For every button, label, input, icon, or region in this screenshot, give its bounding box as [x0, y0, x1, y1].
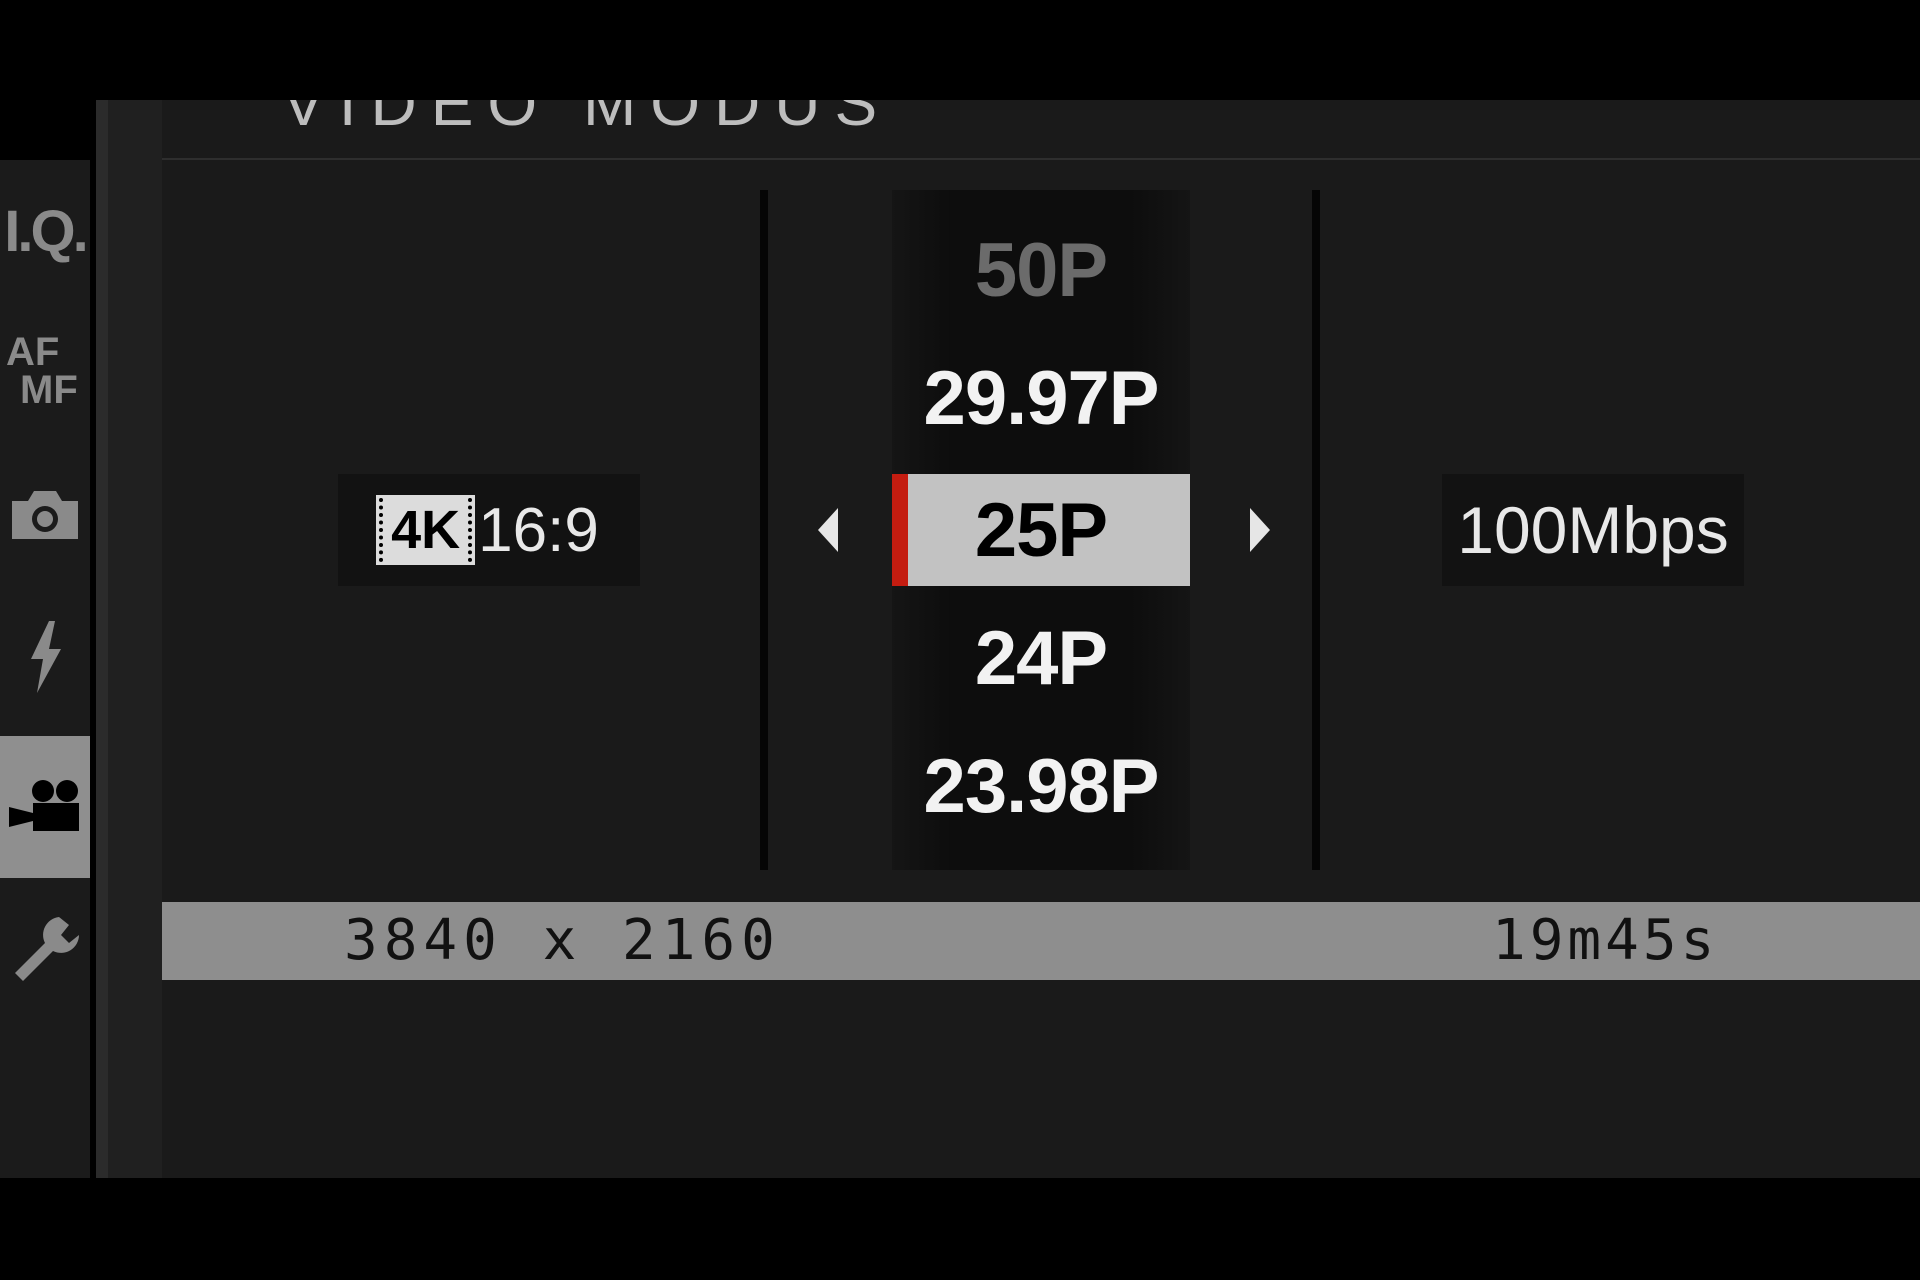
camera-menu-screen: VIDEO MODUS I.Q. AF MF 4K 16:9 50P 29.97… [0, 0, 1920, 1280]
bitrate-setting[interactable]: 100Mbps [1442, 474, 1744, 586]
bitrate-label: 100Mbps [1457, 493, 1729, 567]
remaining-record-time: 19m45s [1492, 908, 1719, 973]
column-divider-right [1312, 190, 1320, 870]
frame-rate-picker[interactable]: 50P 29.97P 25P 24P 23.98P [892, 190, 1190, 870]
sidebar: I.Q. AF MF [0, 160, 90, 1178]
sidebar-item-af-mf[interactable]: AF MF [0, 302, 90, 444]
sidebar-divider [96, 100, 108, 1178]
movie-camera-icon [9, 780, 79, 831]
resolution-dimensions: 3840 x 2160 [344, 908, 781, 973]
arrow-right-icon[interactable] [1250, 508, 1270, 552]
info-bar: 3840 x 2160 19m45s [162, 902, 1920, 980]
frame-rate-option[interactable]: 50P [892, 214, 1190, 326]
title-bar: VIDEO MODUS [162, 100, 1920, 160]
flash-icon [31, 621, 61, 693]
sidebar-item-movie[interactable] [0, 736, 90, 878]
resolution-setting[interactable]: 4K 16:9 [338, 474, 640, 586]
selected-frame-rate-label: 25P [974, 487, 1108, 573]
sidebar-item-setup[interactable] [0, 878, 90, 1020]
af-label: AF [6, 330, 60, 374]
sidebar-gutter [108, 100, 162, 1178]
sidebar-item-image-quality[interactable]: I.Q. [0, 160, 90, 302]
frame-rate-option[interactable]: 23.98P [892, 730, 1190, 842]
frame-rate-option[interactable]: 24P [892, 602, 1190, 714]
frame-rate-option-selected[interactable]: 25P [892, 474, 1190, 586]
column-divider-left [760, 190, 768, 870]
bottom-border [0, 1178, 1920, 1280]
4k-badge: 4K [376, 495, 476, 565]
wrench-icon [15, 917, 79, 981]
menu-title: VIDEO MODUS [282, 100, 892, 139]
sidebar-item-shooting[interactable] [0, 444, 90, 586]
mf-label: MF [20, 368, 78, 412]
af-mf-icon: AF MF [2, 331, 88, 415]
sidebar-item-flash[interactable] [0, 586, 90, 728]
aspect-ratio-label: 16:9 [478, 495, 599, 565]
camera-icon [12, 491, 78, 539]
arrow-left-icon[interactable] [818, 508, 838, 552]
image-quality-icon: I.Q. [4, 198, 88, 264]
frame-rate-option[interactable]: 29.97P [892, 342, 1190, 454]
selection-marker [892, 474, 908, 586]
